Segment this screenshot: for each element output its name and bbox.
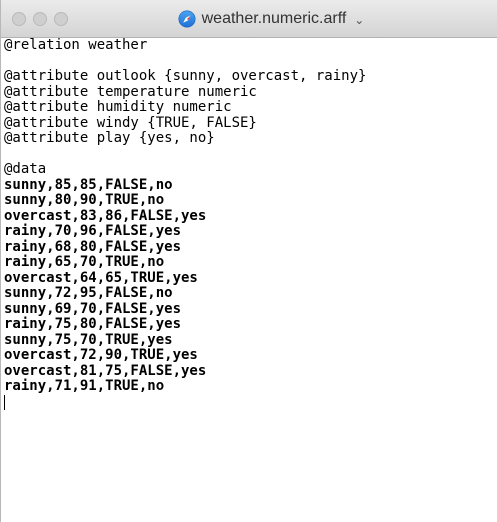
data-row-line: sunny,85,85,FALSE,no xyxy=(4,176,173,193)
data-row-line: rainy,70,96,FALSE,yes xyxy=(4,223,182,239)
window-title-menu[interactable]: weather.numeric.arff ⌄ xyxy=(134,10,364,28)
text-editor-window: weather.numeric.arff ⌄ @relation weather… xyxy=(0,0,498,522)
data-row-line: overcast,81,75,FALSE,yes xyxy=(4,362,207,379)
editor-caret-line xyxy=(4,394,497,411)
editor-line: @attribute windy {TRUE, FALSE} xyxy=(4,114,257,131)
chevron-down-icon[interactable]: ⌄ xyxy=(354,13,364,27)
editor-line: @attribute play {yes, no} xyxy=(4,130,215,146)
editor-line: @relation weather xyxy=(4,37,148,53)
data-row-line: rainy,75,80,FALSE,yes xyxy=(4,316,182,332)
data-row-line: sunny,75,70,TRUE,yes xyxy=(4,331,173,348)
editor-line: @attribute humidity numeric xyxy=(4,99,232,115)
data-row-line: rainy,68,80,FALSE,yes xyxy=(4,238,182,255)
text-cursor xyxy=(4,394,5,410)
data-row-line: sunny,69,70,FALSE,yes xyxy=(4,300,182,317)
editor-line: @attribute outlook {sunny, overcast, rai… xyxy=(4,68,367,84)
text-editor-area[interactable]: @relation weather @attribute outlook {su… xyxy=(1,37,497,522)
compass-icon xyxy=(178,10,196,28)
data-row-line: sunny,80,90,TRUE,no xyxy=(4,192,165,208)
data-row-line: overcast,83,86,FALSE,yes xyxy=(4,207,207,224)
title-bar[interactable]: weather.numeric.arff ⌄ xyxy=(1,0,497,38)
data-row-line: overcast,64,65,TRUE,yes xyxy=(4,269,198,286)
data-row-line: overcast,72,90,TRUE,yes xyxy=(4,347,198,363)
data-row-line: rainy,65,70,TRUE,no xyxy=(4,254,165,270)
data-row-line: sunny,72,95,FALSE,no xyxy=(4,285,173,301)
editor-line: @data xyxy=(4,161,47,177)
editor-line: @attribute temperature numeric xyxy=(4,83,257,100)
data-row-line: rainy,71,91,TRUE,no xyxy=(4,378,165,394)
window-title: weather.numeric.arff xyxy=(201,10,347,27)
